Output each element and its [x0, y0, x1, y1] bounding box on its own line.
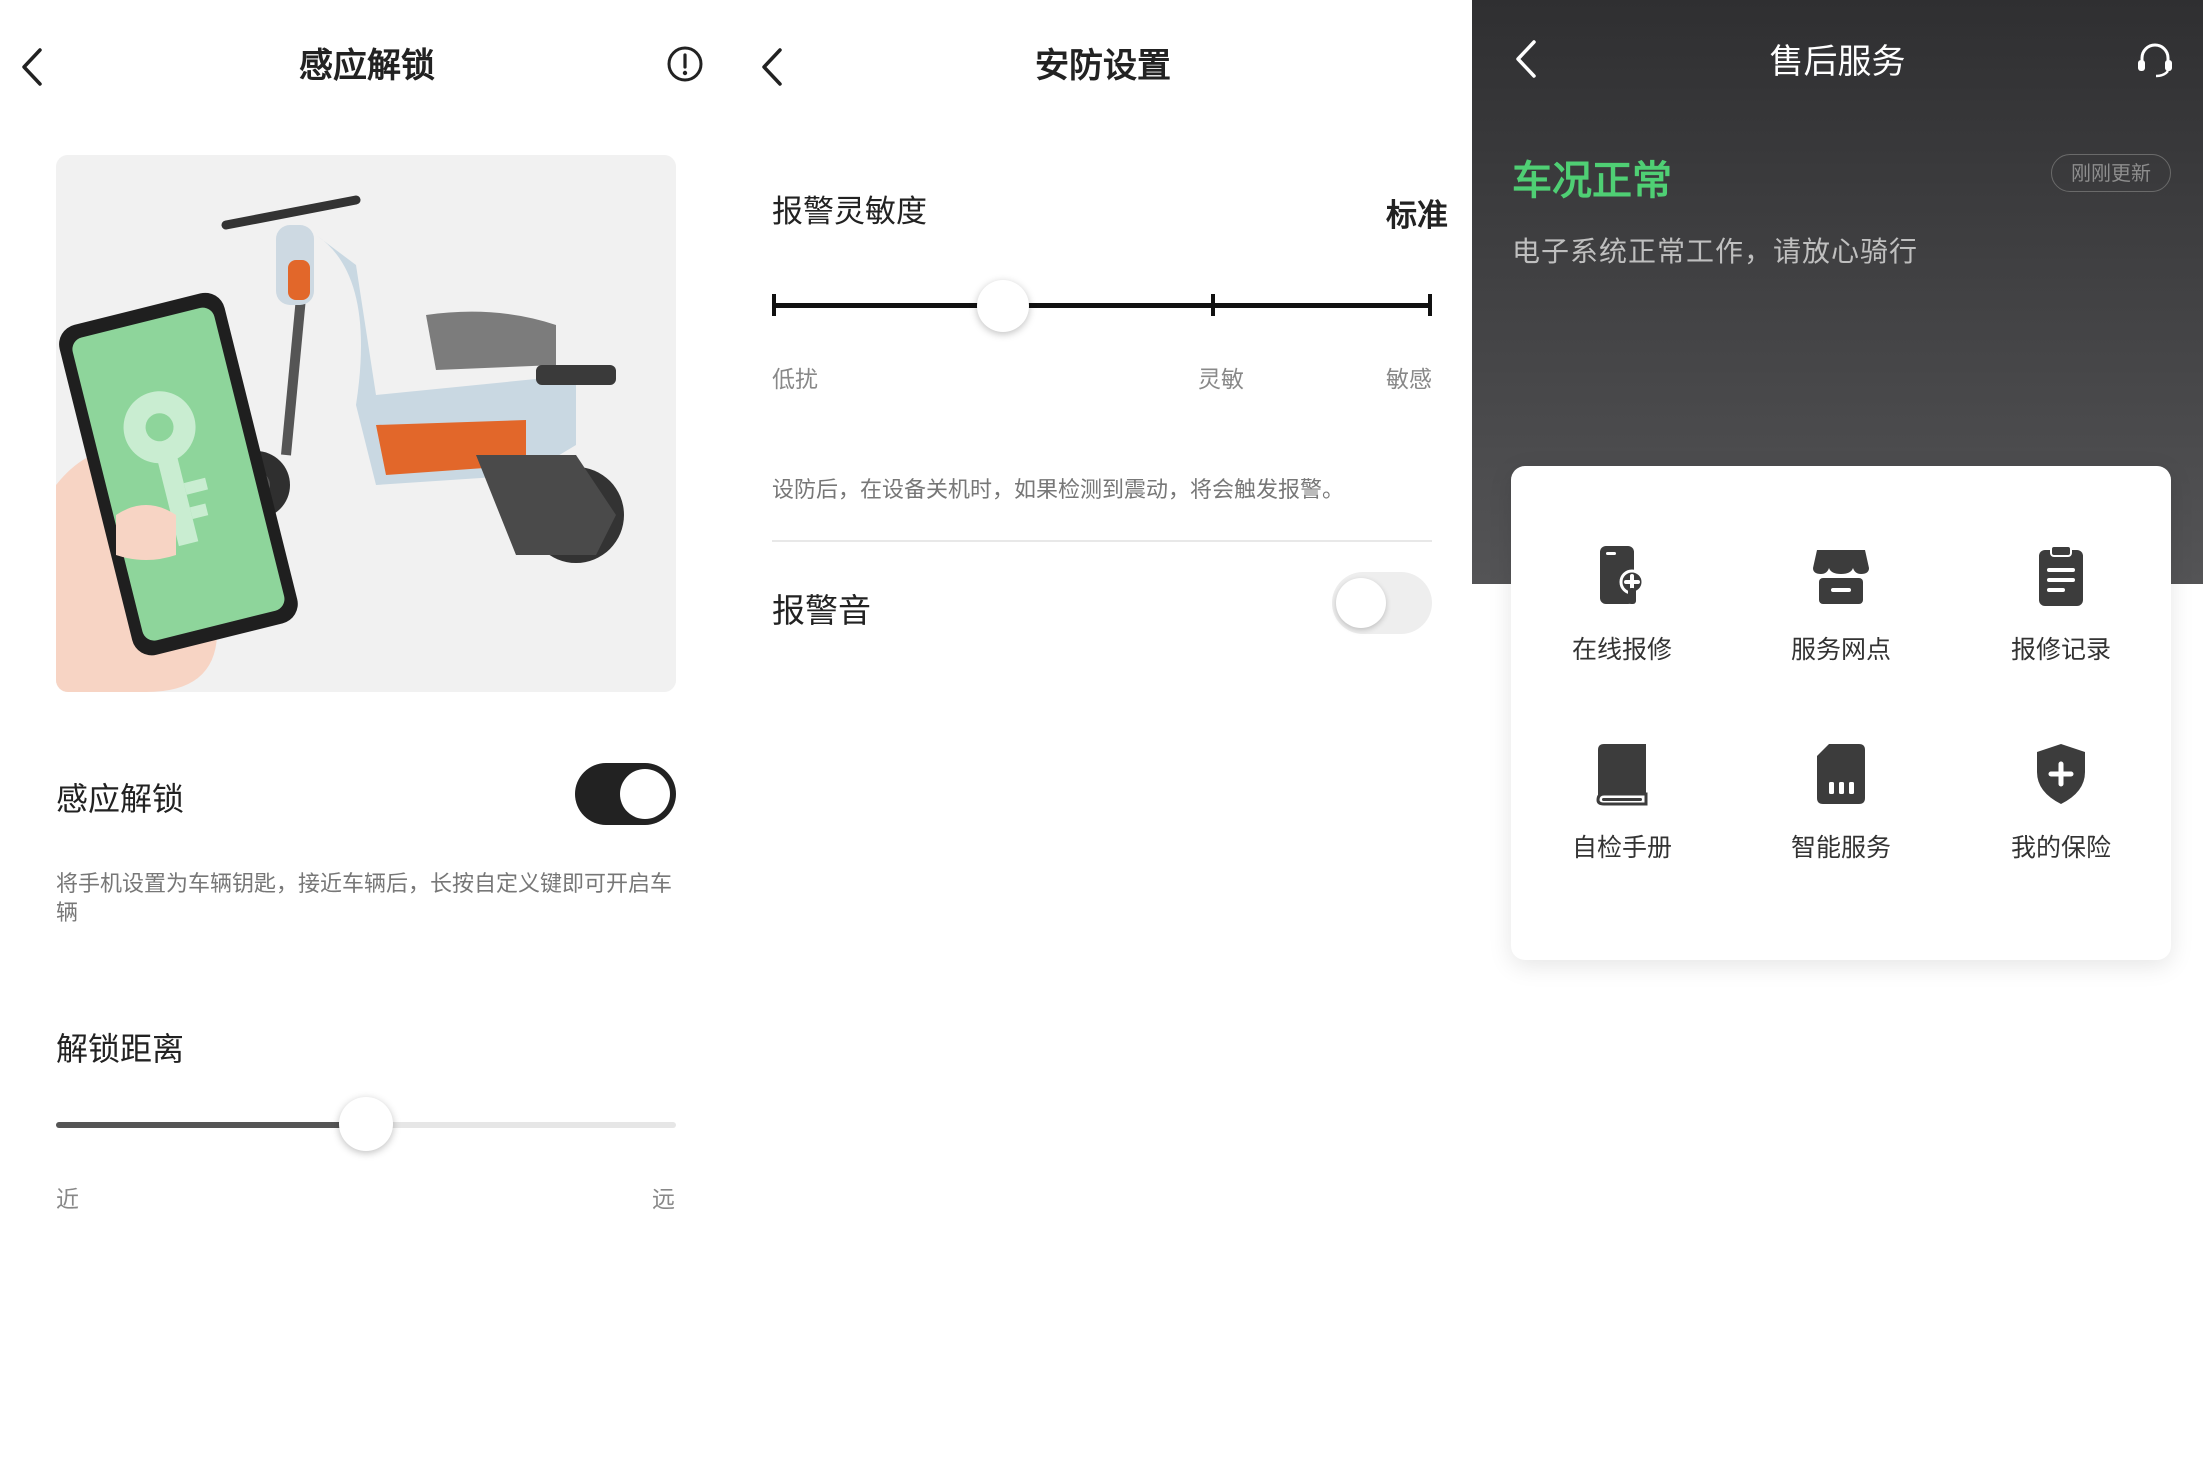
service-item-label: 自检手册 — [1571, 833, 1672, 862]
nav-bar: 感应解锁 — [0, 0, 734, 130]
sim-card-icon — [1817, 744, 1865, 804]
shield-plus-icon — [2037, 744, 2085, 804]
security-settings-screen: 安防设置 报警灵敏度 标准 低扰 灵敏 敏感 设防后，在设备关机时，如果检测到震… — [734, 0, 1472, 1462]
distance-slider-fill — [56, 1122, 366, 1128]
vehicle-status-title: 车况正常 — [1512, 158, 1672, 204]
clipboard-icon — [2039, 545, 2083, 606]
alarm-sound-label: 报警音 — [772, 591, 871, 630]
scooter-phone-illustration — [56, 155, 676, 692]
page-title: 安防设置 — [1035, 46, 1171, 86]
alarm-sound-toggle[interactable] — [1332, 572, 1432, 634]
security-description: 设防后，在设备关机时，如果检测到震动，将会触发报警。 — [772, 478, 1345, 503]
service-item-smart-service[interactable]: 智能服务 — [1741, 742, 1941, 882]
service-item-label: 在线报修 — [1571, 635, 1672, 664]
toggle-knob — [1336, 578, 1386, 628]
sensitivity-tick-label-low: 低扰 — [772, 367, 818, 393]
service-grid-card: 在线报修 服务网点 报修记录 自检手册 智能服务 我的保险 — [1511, 466, 2171, 960]
service-item-label: 我的保险 — [2010, 833, 2111, 862]
headset-icon — [2138, 43, 2172, 78]
service-item-label: 报修记录 — [2010, 635, 2111, 664]
nav-bar: 安防设置 — [734, 0, 1472, 130]
sensitivity-tick-1 — [1211, 294, 1215, 316]
update-badge: 刚刚更新 — [2051, 154, 2171, 192]
info-button[interactable] — [666, 45, 704, 83]
page-title: 感应解锁 — [299, 46, 435, 86]
induction-unlock-screen: 感应解锁 感应解锁 将手机设置为车辆钥匙，接近车辆后，长按自定义键即可开启车辆 … — [0, 0, 734, 1462]
sensitivity-tick-label-mid: 灵敏 — [1198, 367, 1244, 393]
service-item-self-check-manual[interactable]: 自检手册 — [1522, 742, 1722, 882]
distance-max-label: 远 — [652, 1187, 675, 1213]
book-icon — [1596, 744, 1648, 806]
sensitivity-slider[interactable] — [772, 280, 1432, 332]
unlock-label: 感应解锁 — [56, 780, 185, 818]
sensitivity-thumb[interactable] — [977, 280, 1029, 332]
service-item-my-insurance[interactable]: 我的保险 — [1961, 742, 2161, 882]
divider — [772, 540, 1432, 542]
after-sales-screen: 售后服务 车况正常 刚刚更新 电子系统正常工作，请放心骑行 在线报修 服务网点 … — [1472, 0, 2203, 1462]
page-title: 售后服务 — [1769, 42, 1906, 82]
sensitivity-value: 标准 — [1386, 198, 1448, 234]
unlock-description: 将手机设置为车辆钥匙，接近车辆后，长按自定义键即可开启车辆 — [56, 872, 673, 926]
phone-wrench-icon — [1600, 546, 1645, 604]
unlock-toggle[interactable] — [575, 763, 676, 825]
service-item-label: 智能服务 — [1790, 833, 1891, 862]
distance-min-label: 近 — [56, 1187, 79, 1213]
sensitivity-tick-label-high: 敏感 — [1386, 367, 1432, 393]
distance-label: 解锁距离 — [56, 1030, 185, 1068]
scooter-illustration — [56, 155, 676, 692]
store-icon — [1813, 550, 1869, 604]
sensitivity-tick-2 — [1428, 294, 1432, 316]
sensitivity-label: 报警灵敏度 — [772, 194, 927, 230]
service-item-label: 服务网点 — [1790, 635, 1891, 664]
service-item-service-outlet[interactable]: 服务网点 — [1741, 544, 1941, 684]
vehicle-status-description: 电子系统正常工作，请放心骑行 — [1512, 235, 1919, 268]
info-icon — [667, 46, 703, 82]
service-item-online-repair[interactable]: 在线报修 — [1522, 544, 1722, 684]
sensitivity-tick-0 — [772, 294, 776, 316]
toggle-knob — [620, 769, 670, 819]
sensitivity-track — [772, 303, 1432, 308]
service-item-repair-records[interactable]: 报修记录 — [1961, 544, 2161, 684]
customer-service-button[interactable] — [2134, 38, 2176, 80]
distance-slider-thumb[interactable] — [339, 1097, 393, 1151]
nav-bar: 售后服务 — [1472, 0, 2203, 130]
